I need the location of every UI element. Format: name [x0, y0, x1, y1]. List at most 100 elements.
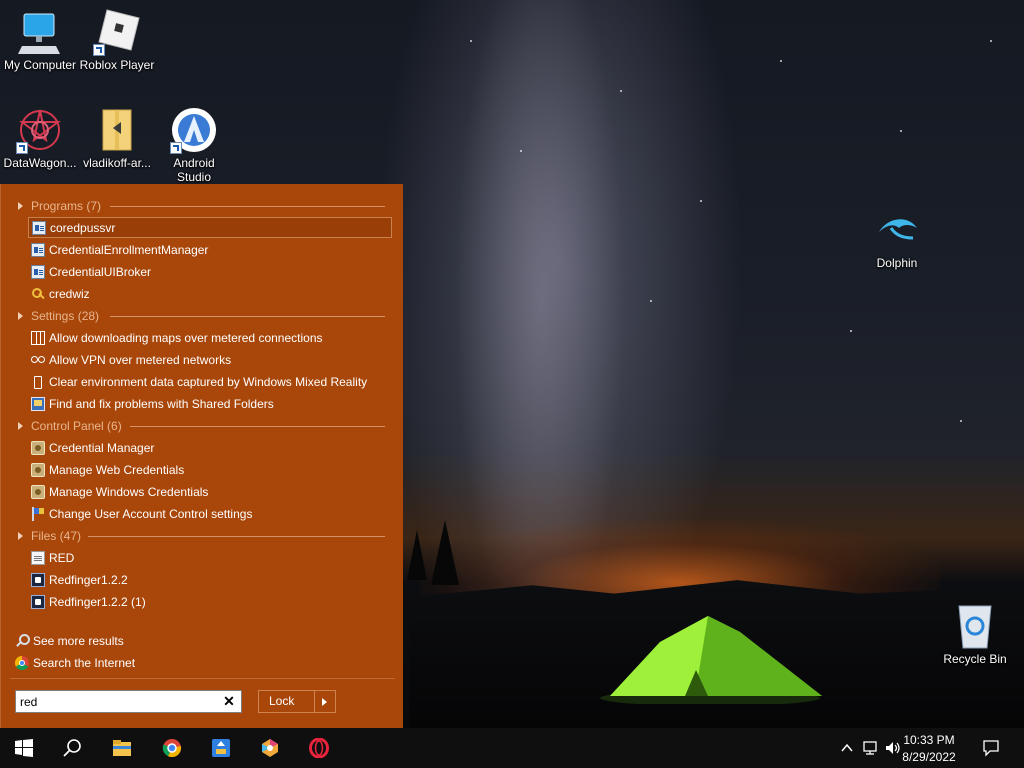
result-change-uac-settings[interactable]: Change User Account Control settings: [28, 503, 252, 524]
result-credential-enrollment-manager[interactable]: CredentialEnrollmentManager: [28, 239, 208, 260]
pine-trees: [407, 520, 459, 585]
lock-label: Lock: [269, 694, 295, 708]
chrome-icon: [162, 739, 182, 758]
result-file-redfinger-1[interactable]: Redfinger1.2.2 (1): [28, 591, 146, 612]
desktop-icon-recycle-bin[interactable]: Recycle Bin: [935, 602, 1015, 666]
panel-divider: [10, 678, 395, 679]
recycle-bin-icon: [958, 605, 992, 649]
redfinger-icon: [31, 572, 45, 587]
group-header-programs[interactable]: Programs (7): [18, 196, 101, 216]
result-label: Credential Manager: [49, 440, 155, 455]
clock-date[interactable]: 8/29/2022: [894, 750, 964, 764]
start-search-panel: Programs (7) coredpussvr CredentialEnrol…: [0, 184, 403, 728]
result-credwiz[interactable]: credwiz: [28, 283, 90, 304]
desktop-icon-android-studio[interactable]: Android Studio: [154, 106, 234, 184]
uac-flag-icon: [31, 506, 45, 521]
start-search-input[interactable]: [20, 693, 216, 710]
group-header-files[interactable]: Files (47): [18, 526, 81, 546]
control-panel-icon: [31, 462, 45, 477]
search-icon: [63, 739, 81, 757]
desktop-icon-dolphin[interactable]: Dolphin: [857, 206, 937, 270]
key-icon: [31, 287, 45, 301]
result-allow-vpn-metered[interactable]: Allow VPN over metered networks: [28, 349, 231, 370]
desktop-icon-label: Android Studio: [173, 156, 215, 184]
lock-button[interactable]: Lock: [258, 690, 336, 713]
taskbar-hexagon-app[interactable]: [246, 728, 294, 768]
result-credential-ui-broker[interactable]: CredentialUIBroker: [28, 261, 151, 282]
control-panel-icon: [31, 484, 45, 499]
clock-time[interactable]: 10:33 PM: [894, 733, 964, 747]
app-icon: [31, 242, 45, 257]
desktop-icon-label: Roblox Player: [79, 58, 155, 72]
desktop-icon-label: DataWagon...: [3, 156, 77, 170]
clear-search-icon[interactable]: ✕: [221, 693, 237, 710]
desktop-icon-datawagon[interactable]: DataWagon...: [0, 106, 80, 170]
result-label: Change User Account Control settings: [49, 506, 253, 521]
result-label: Find and fix problems with Shared Folder…: [49, 396, 274, 411]
result-shared-folders-troubleshoot[interactable]: Find and fix problems with Shared Folder…: [28, 393, 274, 414]
dolphin-icon: [879, 219, 917, 240]
hexagon-app-icon: [262, 739, 278, 757]
group-header-label: Files (47): [31, 529, 82, 543]
group-header-settings[interactable]: Settings (28): [18, 306, 99, 326]
taskbar: 10:33 PM 8/29/2022: [0, 728, 1024, 768]
app-installer-icon: [212, 739, 230, 757]
control-panel-icon: [31, 440, 45, 455]
result-label: Redfinger1.2.2: [49, 572, 128, 587]
result-label: Manage Windows Credentials: [49, 484, 209, 499]
result-allow-downloading-maps[interactable]: Allow downloading maps over metered conn…: [28, 327, 323, 348]
taskbar-opera[interactable]: [295, 728, 343, 768]
search-internet-label: Search the Internet: [33, 656, 136, 670]
windows-logo-icon: [15, 739, 33, 757]
result-coredpussvr[interactable]: coredpussvr: [28, 217, 392, 238]
result-label: Clear environment data captured by Windo…: [49, 374, 368, 389]
group-header-label: Control Panel (6): [31, 419, 122, 433]
vpn-icon: [31, 353, 45, 367]
result-file-redfinger[interactable]: Redfinger1.2.2: [28, 569, 128, 590]
see-more-results-link[interactable]: See more results: [15, 631, 124, 651]
search-the-internet-link[interactable]: Search the Internet: [15, 653, 135, 673]
shortcut-arrow-icon: [16, 142, 28, 154]
mixed-reality-icon: [31, 375, 45, 389]
desktop-icon-label: Recycle Bin: [943, 652, 1007, 666]
show-hidden-icons-chevron-icon[interactable]: [840, 741, 854, 755]
result-file-red[interactable]: RED: [28, 547, 74, 568]
expand-triangle-icon: [18, 312, 23, 320]
group-header-control-panel[interactable]: Control Panel (6): [18, 416, 122, 436]
desktop-icon-vladikoff-folder[interactable]: vladikoff-ar...: [77, 106, 157, 170]
result-manage-windows-credentials[interactable]: Manage Windows Credentials: [28, 481, 208, 502]
desktop-icon-label: vladikoff-ar...: [83, 156, 151, 170]
taskbar-chrome[interactable]: [148, 728, 196, 768]
redfinger-icon: [31, 594, 45, 609]
result-label: credwiz: [49, 286, 90, 301]
action-center-icon[interactable]: [982, 739, 1000, 757]
result-clear-mixed-reality-data[interactable]: Clear environment data captured by Windo…: [28, 371, 367, 392]
desktop-icon-label: Dolphin: [876, 256, 918, 270]
result-manage-web-credentials[interactable]: Manage Web Credentials: [28, 459, 184, 480]
shared-folders-icon: [31, 396, 45, 411]
group-rule: [88, 536, 385, 537]
power-options-arrow-icon[interactable]: [314, 691, 335, 712]
expand-triangle-icon: [18, 202, 23, 210]
computer-icon: [18, 13, 60, 54]
start-button[interactable]: [0, 728, 48, 768]
result-credential-manager[interactable]: Credential Manager: [28, 437, 154, 458]
taskbar-file-explorer[interactable]: [98, 728, 146, 768]
network-icon[interactable]: [862, 740, 880, 756]
opera-icon: [309, 738, 329, 758]
taskbar-search-button[interactable]: [48, 728, 96, 768]
file-icon: [31, 550, 45, 565]
app-icon: [31, 264, 45, 279]
result-label: Manage Web Credentials: [49, 462, 185, 477]
see-more-label: See more results: [33, 634, 124, 648]
taskbar-app-installer[interactable]: [197, 728, 245, 768]
start-search-box[interactable]: ✕: [15, 690, 242, 713]
desktop-icon-my-computer[interactable]: My Computer: [0, 8, 80, 72]
result-label: Redfinger1.2.2 (1): [49, 594, 146, 609]
desktop-icon-roblox-player[interactable]: Roblox Player: [77, 8, 157, 72]
zip-folder-icon: [102, 109, 132, 151]
file-explorer-icon: [113, 740, 131, 756]
desktop-icon-label: My Computer: [3, 58, 77, 72]
group-header-label: Settings (28): [31, 309, 100, 323]
result-label: coredpussvr: [50, 220, 116, 235]
